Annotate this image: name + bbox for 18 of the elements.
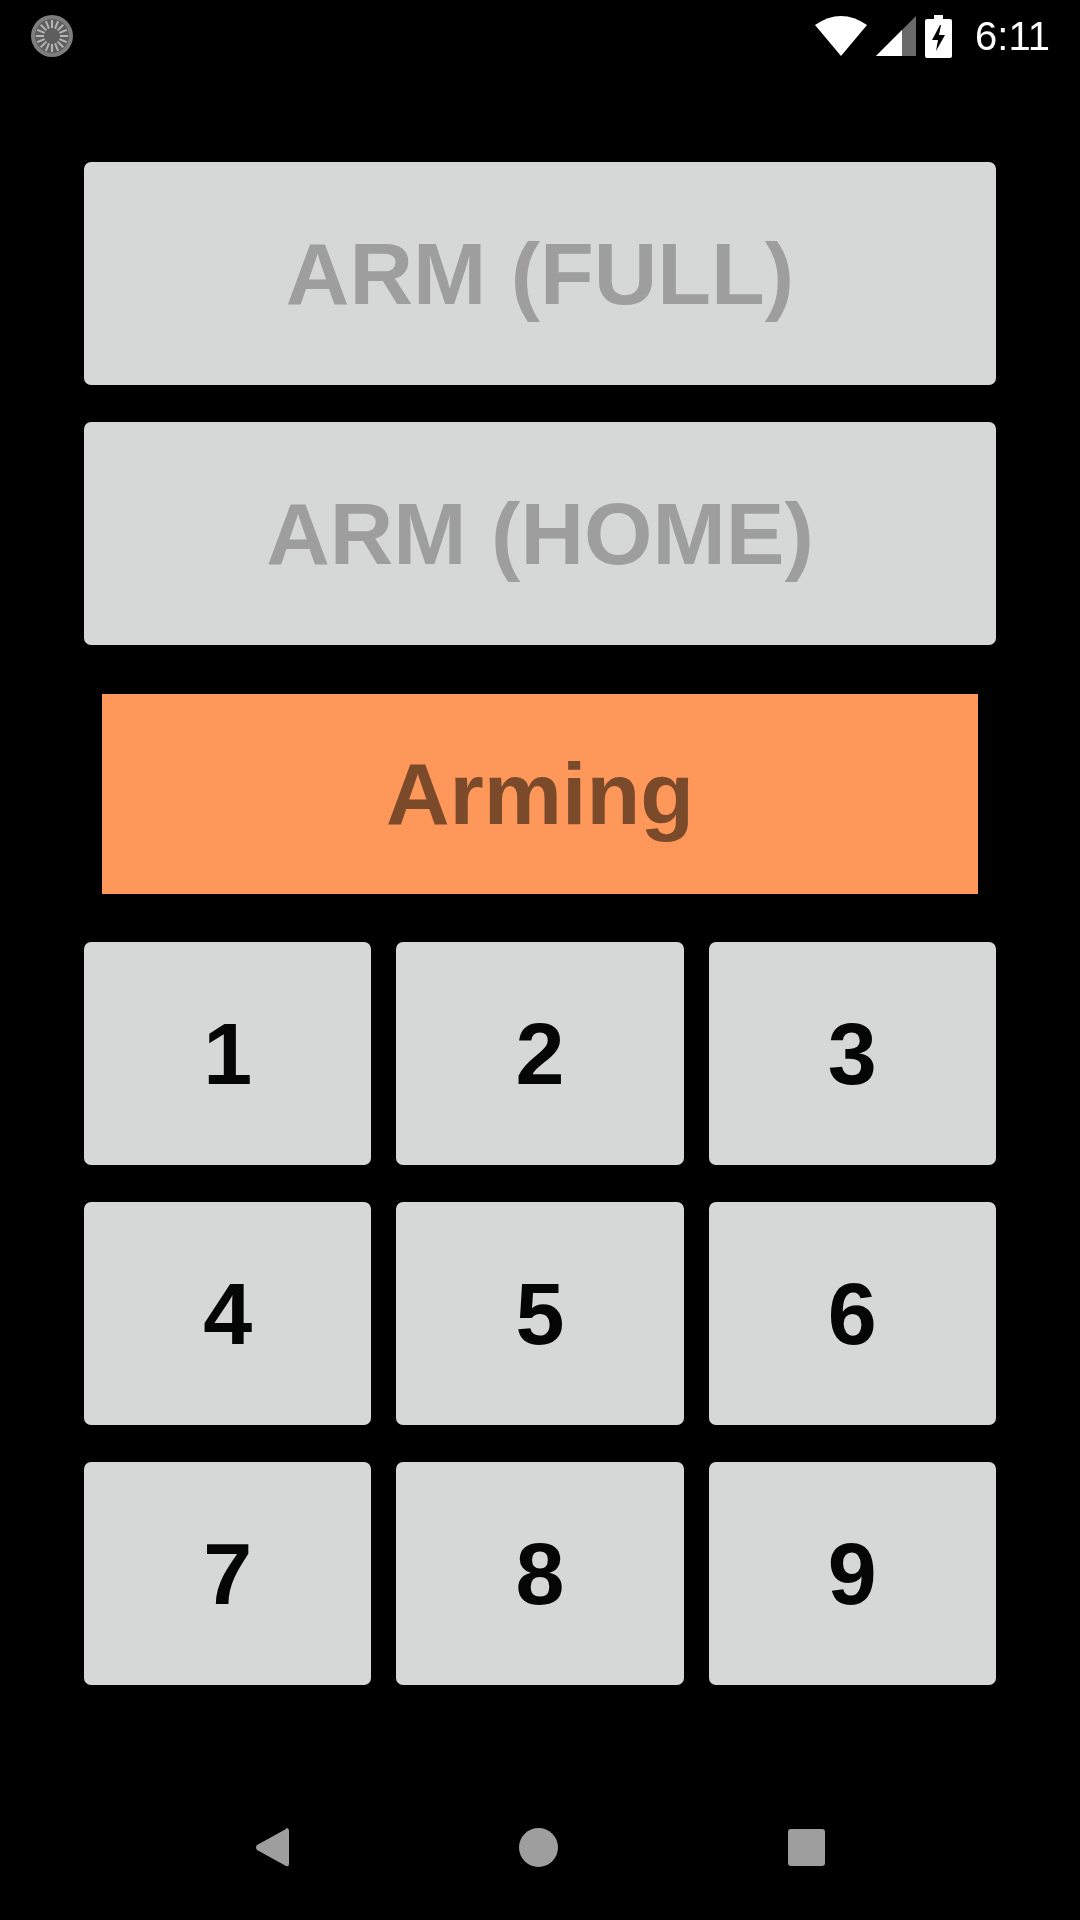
keypad-key[interactable]: 2 xyxy=(396,942,684,1165)
spinner-icon xyxy=(31,15,73,57)
keypad-key[interactable]: 1 xyxy=(84,942,372,1165)
battery-charging-icon xyxy=(925,14,953,58)
keypad-key[interactable]: 3 xyxy=(708,942,996,1165)
wifi-icon xyxy=(815,16,868,56)
status-time: 6:11 xyxy=(975,16,1050,56)
keypad-key[interactable]: 9 xyxy=(708,1462,996,1685)
keypad-key[interactable]: 7 xyxy=(84,1462,372,1685)
signal-icon xyxy=(876,16,917,56)
back-icon[interactable] xyxy=(255,1827,289,1867)
status-banner: Arming xyxy=(102,694,978,894)
keypad-key[interactable]: 5 xyxy=(396,1202,684,1425)
keypad-key[interactable]: 4 xyxy=(84,1202,372,1425)
recents-icon[interactable] xyxy=(788,1828,825,1866)
home-icon[interactable] xyxy=(519,1827,558,1867)
keypad-key[interactable]: 8 xyxy=(396,1462,684,1685)
keypad-key[interactable]: 6 xyxy=(708,1202,996,1425)
